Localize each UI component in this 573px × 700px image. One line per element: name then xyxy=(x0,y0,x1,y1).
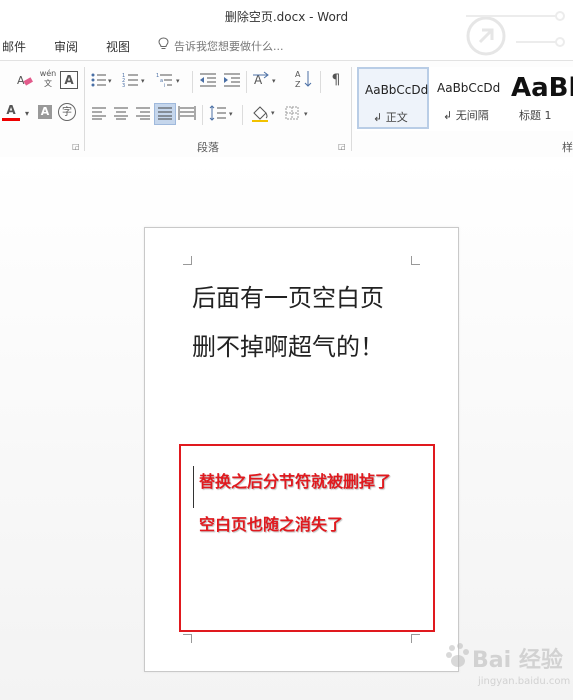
chinese-layout-icon[interactable]: A ▾ xyxy=(252,71,280,89)
separator xyxy=(202,105,203,125)
styles-group-label: 样 xyxy=(562,141,573,154)
decrease-indent-icon[interactable] xyxy=(198,71,218,89)
style-name: ↲ 无间隔 xyxy=(443,109,489,122)
svg-text:1: 1 xyxy=(156,73,159,79)
numbering-icon[interactable]: 1 2 3 ▾ xyxy=(122,71,148,89)
character-shading-icon[interactable]: A xyxy=(38,105,52,119)
align-center-icon[interactable] xyxy=(112,105,130,123)
svg-text:a: a xyxy=(160,78,163,84)
chevron-down-icon[interactable]: ▾ xyxy=(22,105,32,123)
sort-icon[interactable]: AZ xyxy=(294,69,314,89)
svg-text:▾: ▾ xyxy=(271,109,275,117)
ribbon-tabs: 邮件 审阅 视图 xyxy=(0,34,573,60)
separator xyxy=(246,71,247,93)
style-name: 标题 1 xyxy=(519,109,552,122)
group-separator xyxy=(84,67,85,151)
style-sample: AaBl xyxy=(511,73,573,103)
svg-text:▾: ▾ xyxy=(141,77,145,85)
svg-text:3: 3 xyxy=(122,83,125,89)
svg-text:A: A xyxy=(295,70,301,79)
lightbulb-icon xyxy=(158,37,170,53)
style-no-spacing[interactable]: AaBbCcDd ↲ 无间隔 xyxy=(431,67,503,129)
ribbon: A wén 文 A A ▾ A 字 ▾ 1 2 3 ▾ 1 a i ▾ A ▾ A xyxy=(0,60,573,158)
watermark-url: jingyan.baidu.com xyxy=(478,676,571,687)
shading-icon[interactable]: ▾ xyxy=(250,103,278,122)
clear-formatting-icon[interactable]: A xyxy=(16,71,34,89)
tell-me-box[interactable]: 告诉我您想要做什么... xyxy=(158,37,284,54)
increase-indent-icon[interactable] xyxy=(222,71,242,89)
paragraph-group-label: 段落 xyxy=(197,141,219,154)
margin-corner-mark xyxy=(411,256,420,265)
svg-text:▾: ▾ xyxy=(304,110,308,118)
separator xyxy=(242,105,243,125)
justify-icon[interactable] xyxy=(154,103,176,125)
show-formatting-marks-icon[interactable]: ¶ xyxy=(326,71,346,89)
line-spacing-icon[interactable]: ▾ xyxy=(208,105,236,123)
annotation-text: 空白页也随之消失了 xyxy=(199,515,344,534)
svg-text:▾: ▾ xyxy=(272,77,276,85)
font-dialog-launcher-icon[interactable]: ◲ xyxy=(72,142,80,151)
svg-text:Z: Z xyxy=(295,80,301,89)
bullets-icon[interactable]: ▾ xyxy=(90,71,114,89)
paw-icon xyxy=(446,643,469,667)
group-separator xyxy=(351,67,352,151)
tab-view[interactable]: 视图 xyxy=(106,38,130,55)
svg-text:▾: ▾ xyxy=(229,110,233,118)
tab-mailings[interactable]: 邮件 xyxy=(2,38,26,55)
tell-me-placeholder: 告诉我您想要做什么... xyxy=(174,40,284,53)
annotation-text: 替换之后分节符就被删掉了 xyxy=(199,472,392,491)
tab-review[interactable]: 审阅 xyxy=(54,38,78,55)
align-right-icon[interactable] xyxy=(134,105,152,123)
margin-corner-mark xyxy=(183,256,192,265)
word-window: 删除空页.docx - Word 邮件 审阅 视图 告诉我您想要做什么... A… xyxy=(0,0,573,700)
baidu-watermark: Bai 经验 jingyan.baidu.com xyxy=(440,640,570,698)
borders-icon[interactable]: ▾ xyxy=(284,105,312,123)
svg-text:▾: ▾ xyxy=(176,77,180,85)
style-heading-1[interactable]: AaBl 标题 1 xyxy=(505,67,573,129)
style-name: ↲ 正文 xyxy=(373,111,408,124)
phonetic-guide-icon[interactable]: wén 文 xyxy=(38,69,58,88)
text-cursor xyxy=(193,466,194,508)
separator xyxy=(192,71,193,93)
margin-corner-mark xyxy=(411,634,420,643)
margin-corner-mark xyxy=(183,634,192,643)
multilevel-list-icon[interactable]: 1 a i ▾ xyxy=(156,71,184,89)
paragraph-dialog-launcher-icon[interactable]: ◲ xyxy=(338,142,346,151)
svg-text:i: i xyxy=(164,83,165,89)
svg-text:A: A xyxy=(17,74,25,87)
enclose-characters-icon[interactable]: 字 xyxy=(58,103,76,121)
document-text-line[interactable]: 后面有一页空白页 xyxy=(192,278,384,313)
document-text-line[interactable]: 删不掉啊超气的！ xyxy=(192,327,384,362)
style-sample: AaBbCcDd xyxy=(437,81,501,95)
style-sample: AaBbCcDd xyxy=(365,83,429,97)
align-left-icon[interactable] xyxy=(90,105,108,123)
character-border-icon[interactable]: A xyxy=(60,71,78,89)
font-color-icon[interactable]: A xyxy=(2,103,20,121)
watermark-text: Bai 经验 xyxy=(472,648,563,673)
style-normal[interactable]: AaBbCcDd ↲ 正文 xyxy=(357,67,429,129)
svg-text:▾: ▾ xyxy=(108,77,112,85)
separator xyxy=(320,71,321,93)
styles-gallery: AaBbCcDd ↲ 正文 AaBbCcDd ↲ 无间隔 AaBl 标题 1 xyxy=(355,67,573,131)
distributed-icon[interactable] xyxy=(178,105,196,123)
